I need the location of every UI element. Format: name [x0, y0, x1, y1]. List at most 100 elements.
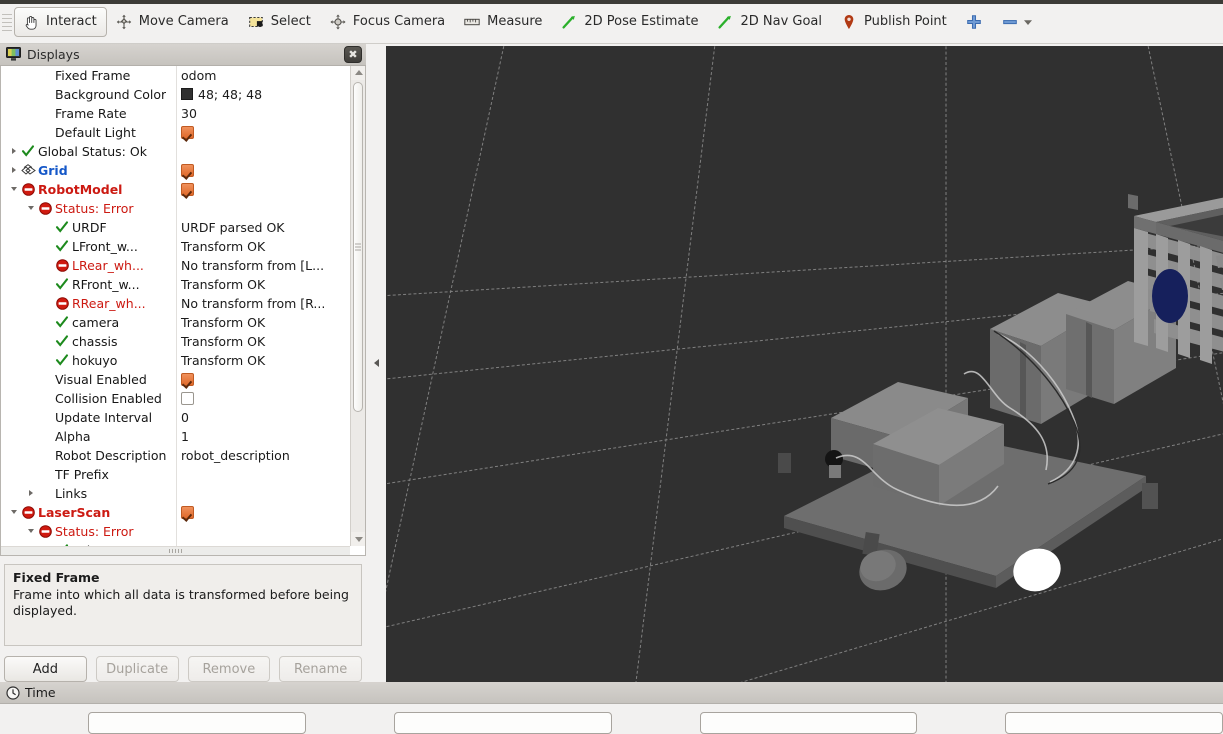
scroll-up-arrow[interactable] [351, 65, 365, 80]
tool-2d-pose-estimate[interactable]: 2D Pose Estimate [552, 7, 708, 37]
tree-row[interactable]: Update Interval 0 [1, 407, 349, 427]
tree-row[interactable]: Fixed Frame odom [1, 65, 349, 85]
panel-splitter-handle[interactable] [366, 44, 386, 682]
tree-row-value[interactable] [177, 465, 349, 484]
tree-row-value[interactable]: 30 [177, 104, 349, 123]
displays-tree[interactable]: Fixed Frame odom Background Color 48; 48; 4… [1, 65, 349, 547]
chevron-down-icon[interactable] [24, 206, 37, 211]
tree-row[interactable]: Collision Enabled [1, 388, 349, 408]
tree-row[interactable]: Status: Error [1, 198, 349, 218]
tree-row[interactable]: Grid [1, 160, 349, 180]
tree-row-value[interactable]: Transform OK [177, 332, 349, 351]
ok-check-icon [54, 352, 70, 368]
tree-row-value[interactable]: 48; 48; 48 [177, 85, 349, 104]
chevron-down-icon[interactable] [1022, 16, 1034, 28]
close-icon[interactable]: ✖ [344, 45, 362, 63]
tree-row[interactable]: TF Prefix [1, 464, 349, 484]
tree-row[interactable]: hokuyo Transform OK [1, 350, 349, 370]
chevron-right-icon[interactable] [7, 148, 20, 155]
tree-row[interactable]: chassis Transform OK [1, 331, 349, 351]
remove-tool-button[interactable] [993, 7, 1044, 37]
wall-time-field[interactable] [699, 712, 918, 734]
ros-elapsed-field[interactable] [393, 712, 612, 734]
chevron-right-icon[interactable] [24, 490, 37, 497]
ros-time-field-wrap [88, 712, 306, 734]
displays-tree-vertical-scrollbar[interactable] [350, 65, 365, 547]
checkbox[interactable] [181, 505, 194, 519]
tree-row[interactable]: Frame Rate 30 [1, 103, 349, 123]
tree-row[interactable]: RFront_w... Transform OK [1, 274, 349, 294]
tree-row-value[interactable] [177, 503, 349, 522]
tree-row[interactable]: Visual Enabled [1, 369, 349, 389]
tree-row[interactable]: URDF URDF parsed OK [1, 217, 349, 237]
tree-row-value[interactable]: robot_description [177, 446, 349, 465]
tool-focus-camera[interactable]: Focus Camera [321, 7, 455, 37]
tree-row-value[interactable]: 0 [177, 408, 349, 427]
tree-row[interactable]: LFront_w... Transform OK [1, 236, 349, 256]
tool-select[interactable]: Select [239, 7, 321, 37]
tree-row-value[interactable]: No transform from [R... [177, 294, 349, 313]
tool-2d-nav-goal[interactable]: 2D Nav Goal [708, 7, 832, 37]
3d-render-viewport[interactable] [386, 46, 1223, 682]
tree-row[interactable]: Background Color 48; 48; 48 [1, 84, 349, 104]
checkbox[interactable] [181, 125, 194, 139]
toolbar-drag-handle[interactable] [2, 10, 12, 33]
displays-tree-horizontal-scrollbar[interactable] [1, 546, 350, 556]
tree-row[interactable]: LRear_wh... No transform from [L... [1, 255, 349, 275]
checkbox[interactable] [181, 163, 194, 177]
tree-row[interactable]: Alpha 1 [1, 426, 349, 446]
tree-row-value[interactable]: Transform OK [177, 351, 349, 370]
tree-row-value[interactable]: No transform from [L... [177, 256, 349, 275]
tree-row[interactable]: Global Status: Ok [1, 141, 349, 161]
chevron-down-icon[interactable] [7, 510, 20, 515]
tool-interact[interactable]: Interact [14, 6, 107, 37]
color-swatch[interactable] [181, 88, 193, 101]
grid-icon [20, 162, 36, 178]
tree-row-value[interactable] [177, 522, 349, 541]
tree-row[interactable]: Links [1, 483, 349, 503]
tool-move-camera[interactable]: Move Camera [107, 7, 239, 37]
tree-row-value[interactable] [177, 199, 349, 218]
tree-row[interactable]: RobotModel [1, 179, 349, 199]
duplicate-button[interactable]: Duplicate [95, 656, 179, 682]
tree-row-value[interactable]: odom [177, 66, 349, 85]
chevron-down-icon[interactable] [24, 529, 37, 534]
tree-row-value[interactable] [177, 142, 349, 161]
displays-tree-container: Fixed Frame odom Background Color 48; 48; 4… [0, 65, 366, 557]
ros-time-field[interactable] [88, 712, 306, 734]
tree-row[interactable]: Status: Error [1, 521, 349, 541]
scroll-down-arrow[interactable] [351, 532, 365, 547]
checkbox[interactable] [181, 182, 194, 196]
checkbox[interactable] [181, 372, 194, 386]
checkbox[interactable] [181, 391, 194, 405]
tree-row[interactable]: RRear_wh... No transform from [R... [1, 293, 349, 313]
rename-button[interactable]: Rename [279, 656, 362, 682]
tree-row-value[interactable] [177, 180, 349, 199]
tree-row[interactable]: Robot Description robot_description [1, 445, 349, 465]
tree-row-value[interactable] [177, 484, 349, 503]
displays-panel-title-bar: Displays ✖ [0, 44, 366, 66]
add-tool-button[interactable] [957, 7, 993, 37]
tree-row-value[interactable] [177, 389, 349, 408]
tool-publish-point[interactable]: Publish Point [832, 7, 957, 37]
tree-row-value[interactable]: Transform OK [177, 275, 349, 294]
wall-elapsed-field[interactable] [1005, 712, 1223, 734]
tree-row-value[interactable] [177, 161, 349, 180]
tree-row-label: Update Interval [55, 409, 153, 425]
tree-row[interactable]: camera Transform OK [1, 312, 349, 332]
scrollbar-thumb[interactable] [353, 81, 363, 412]
tree-row-value[interactable] [177, 370, 349, 389]
chevron-down-icon[interactable] [7, 187, 20, 192]
chevron-right-icon[interactable] [7, 167, 20, 174]
tree-row[interactable]: Default Light [1, 122, 349, 142]
remove-button[interactable]: Remove [187, 656, 271, 682]
tree-row-value[interactable]: Transform OK [177, 237, 349, 256]
tree-row-value[interactable]: Transform OK [177, 313, 349, 332]
tool-measure[interactable]: Measure [455, 7, 552, 37]
tree-row-value[interactable] [177, 123, 349, 142]
tree-row[interactable]: LaserScan [1, 502, 349, 522]
tree-row-value[interactable]: URDF parsed OK [177, 218, 349, 237]
time-panel-title-bar: Time [0, 682, 1223, 704]
add-button[interactable]: Add [4, 656, 87, 682]
tree-row-value[interactable]: 1 [177, 427, 349, 446]
